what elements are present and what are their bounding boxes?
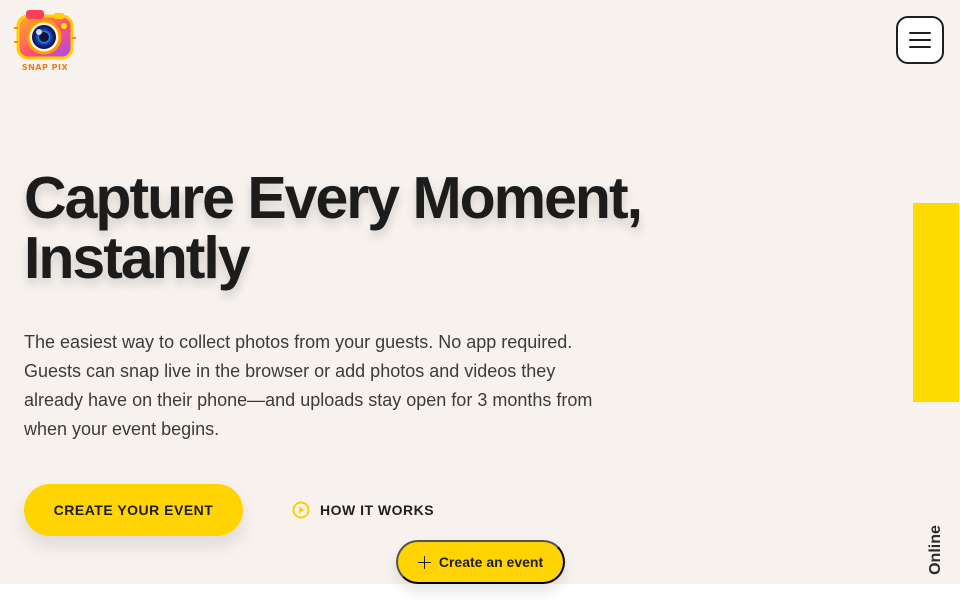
- landing-page: SNAP PIX Capture Every Moment, Instantly…: [0, 0, 960, 600]
- menu-line-middle: [909, 39, 931, 41]
- plus-icon: [417, 555, 431, 569]
- menu-line-bottom: [909, 46, 931, 48]
- how-it-works-link[interactable]: HOW IT WORKS: [292, 497, 434, 523]
- hero-section: SNAP PIX Capture Every Moment, Instantly…: [0, 0, 960, 584]
- floating-create-event-button[interactable]: Create an event: [396, 540, 565, 584]
- how-it-works-label: HOW IT WORKS: [320, 502, 435, 518]
- menu-button[interactable]: [896, 16, 944, 64]
- floating-create-event-label: Create an event: [438, 554, 544, 570]
- online-status-tab[interactable]: Online: [913, 203, 959, 575]
- brand-name: SNAP PIX: [21, 63, 69, 72]
- hamburger-menu-icon: [909, 32, 931, 48]
- brand-logo-link[interactable]: SNAP PIX: [14, 8, 76, 74]
- play-circle-icon: [292, 501, 310, 519]
- create-your-event-button[interactable]: CREATE YOUR EVENT: [24, 484, 243, 536]
- online-status-label: Online: [927, 525, 944, 575]
- page-title: Capture Every Moment, Instantly: [24, 165, 643, 291]
- menu-line-top: [909, 32, 931, 34]
- camera-logo-icon: [14, 10, 76, 60]
- hero-description: The easiest way to collect photos from y…: [24, 332, 593, 439]
